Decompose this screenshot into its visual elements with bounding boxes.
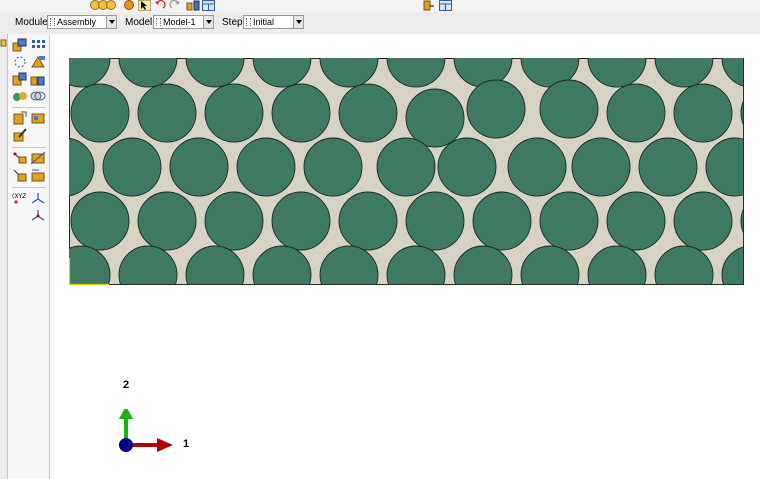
viewport[interactable]: 2 1 [50, 34, 760, 479]
chevron-down-icon[interactable] [203, 16, 213, 28]
create-surface-icon[interactable] [30, 111, 46, 125]
datum-csys-offset-icon[interactable] [30, 208, 46, 222]
pin-icon[interactable] [0, 38, 7, 50]
fiber [102, 137, 162, 197]
origin-marker [119, 438, 133, 452]
fiber [137, 83, 197, 143]
chevron-down-icon[interactable] [106, 16, 116, 28]
svg-text:(XYZ): (XYZ) [12, 193, 27, 200]
module-label: Module: [15, 17, 51, 28]
fiber [472, 191, 532, 251]
fiber [204, 83, 264, 143]
combo-grip-icon [50, 18, 55, 26]
model-label: Model: [125, 17, 156, 28]
module-toolbox: (XYZ) [8, 34, 50, 479]
step-value: Initial [253, 17, 275, 27]
linear-pattern-icon[interactable] [30, 38, 46, 52]
assembly-display-icon[interactable] [423, 0, 435, 11]
fiber [169, 137, 229, 197]
composite-rve-model [69, 58, 744, 286]
fiber [303, 137, 363, 197]
redo-icon[interactable] [169, 0, 181, 11]
fiber [204, 191, 264, 251]
fiber [405, 88, 465, 148]
edit-feature-icon[interactable] [12, 128, 28, 142]
constraint-face-to-face-icon[interactable] [30, 72, 46, 86]
select-arrow-icon[interactable] [138, 0, 151, 11]
toolbox-separator [12, 147, 46, 148]
translate-instance-icon[interactable] [12, 55, 28, 69]
fiber [507, 137, 567, 197]
left-edge-panel [0, 34, 8, 479]
coordinate-triad-icon[interactable] [30, 191, 46, 205]
context-bar: Module: Assembly Model: Model-1 Step: In… [0, 12, 760, 35]
y-axis-label: 2 [123, 379, 130, 391]
fiber [338, 191, 398, 251]
fiber [638, 137, 698, 197]
fiber [673, 83, 733, 143]
triad-arrows [119, 409, 173, 452]
fiber [571, 137, 631, 197]
toolbox-separator [12, 107, 46, 108]
fiber [673, 191, 733, 251]
fiber [437, 137, 497, 197]
fiber [236, 137, 296, 197]
merge-cut-icon[interactable] [12, 89, 28, 103]
fiber [539, 79, 599, 139]
fiber [376, 137, 436, 197]
datum-csys-icon[interactable]: (XYZ) [11, 191, 27, 205]
rotate-instance-icon[interactable] [30, 55, 46, 69]
create-set-icon[interactable] [12, 111, 28, 125]
combo-grip-icon [156, 18, 161, 26]
x-axis-arrowhead [157, 438, 173, 452]
query-icon[interactable] [186, 0, 200, 11]
toolbox-separator [12, 187, 46, 188]
step-combo[interactable]: Initial [243, 15, 304, 29]
datum-axis-icon[interactable] [30, 151, 46, 165]
datum-plane-offset-icon[interactable] [30, 168, 46, 182]
fiber [137, 191, 197, 251]
x-axis-label: 1 [183, 438, 190, 450]
model-value: Model-1 [163, 17, 196, 27]
step-label: Step: [222, 17, 246, 28]
y-axis-arrowhead [119, 409, 133, 419]
fiber [70, 83, 130, 143]
display-group-icon[interactable] [439, 0, 452, 11]
undo-icon[interactable] [154, 0, 166, 11]
fiber [271, 191, 331, 251]
fiber [70, 191, 130, 251]
fiber [606, 191, 666, 251]
fiber [539, 191, 599, 251]
combo-grip-icon [246, 18, 251, 26]
constraint-parallel-face-icon[interactable] [12, 72, 28, 86]
shaded-sphere-icon[interactable] [123, 0, 135, 11]
render-style-icon[interactable] [88, 0, 118, 11]
fiber [405, 191, 465, 251]
fiber [606, 83, 666, 143]
fiber [338, 83, 398, 143]
boolean-icon[interactable] [30, 89, 46, 103]
datum-plane-icon[interactable] [12, 168, 28, 182]
model-combo[interactable]: Model-1 [153, 15, 214, 29]
fiber [466, 79, 526, 139]
main-toolbar [0, 0, 760, 12]
module-combo[interactable]: Assembly [47, 15, 117, 29]
instance-part-icon[interactable] [12, 38, 28, 52]
view-manager-icon[interactable] [202, 0, 215, 11]
chevron-down-icon[interactable] [293, 16, 303, 28]
fiber [271, 83, 331, 143]
module-value: Assembly [57, 17, 97, 27]
datum-point-icon[interactable] [12, 151, 28, 165]
